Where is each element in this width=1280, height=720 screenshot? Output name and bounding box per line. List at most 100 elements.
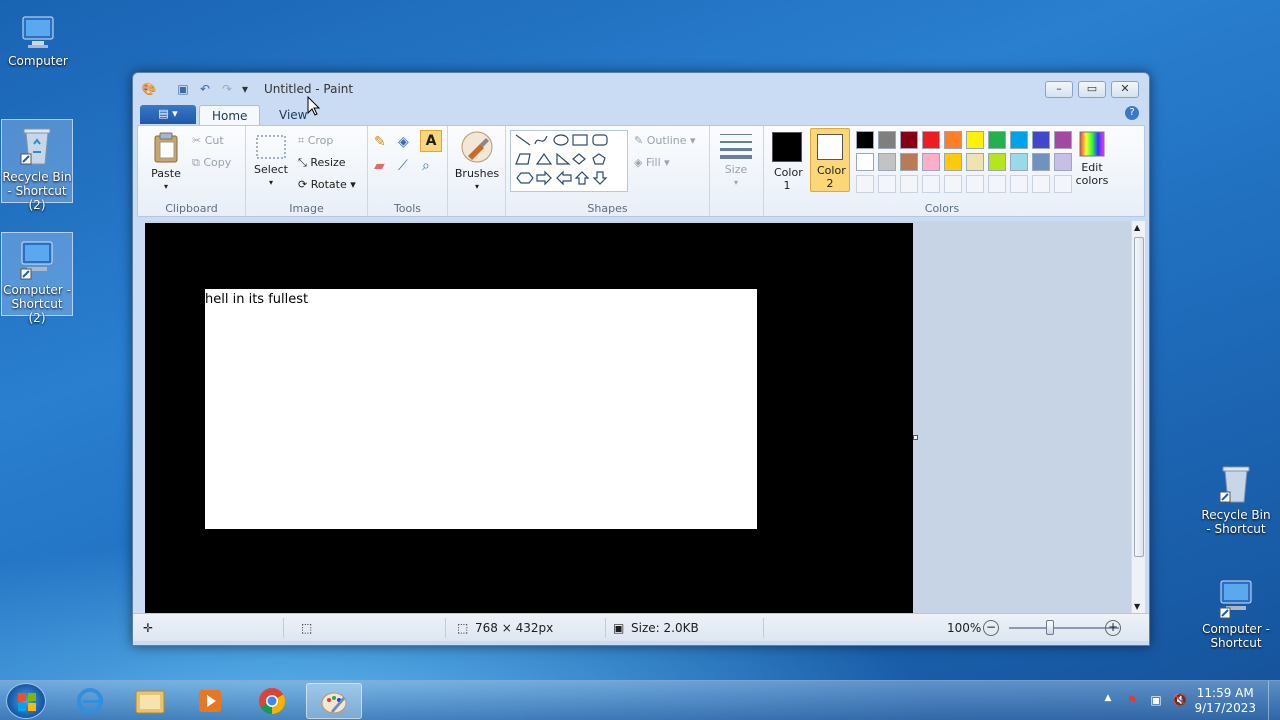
volume-muted-icon[interactable]: 🔇 <box>1172 693 1188 709</box>
canvas-text[interactable]: hell in its fullest <box>205 292 308 307</box>
palette-swatch[interactable] <box>856 131 874 149</box>
crop-button[interactable]: ⌗ Crop <box>298 134 333 148</box>
custom-color-slot[interactable] <box>856 175 874 193</box>
fill-button[interactable]: ◈ Fill ▾ <box>634 156 670 169</box>
cut-button[interactable]: ✂ Cut <box>192 134 224 147</box>
color-wheel-icon <box>1079 131 1105 157</box>
custom-color-slot[interactable] <box>878 175 896 193</box>
color2-swatch <box>817 134 843 160</box>
taskbar-internet-explorer[interactable] <box>62 683 118 719</box>
color-picker-icon[interactable]: ⟋ <box>398 158 408 174</box>
custom-color-slot[interactable] <box>1032 175 1050 193</box>
action-center-icon[interactable]: ⚑ <box>1124 693 1140 709</box>
paint-menu-button[interactable]: ▤ ▾ <box>140 105 196 124</box>
customize-qat-icon[interactable]: ▾ <box>237 81 253 97</box>
palette-swatch[interactable] <box>988 131 1006 149</box>
palette-swatch[interactable] <box>988 153 1006 171</box>
palette-swatch[interactable] <box>966 153 984 171</box>
outline-button[interactable]: ✎ Outline ▾ <box>634 134 696 147</box>
help-icon[interactable]: ? <box>1125 106 1139 120</box>
scroll-down-icon[interactable]: ▼ <box>1134 602 1140 611</box>
taskbar-chrome[interactable] <box>244 683 300 719</box>
line-size-icon <box>720 134 752 159</box>
palette-swatch[interactable] <box>878 153 896 171</box>
copy-button[interactable]: ⧉ Copy <box>192 156 231 170</box>
zoom-slider-track[interactable] <box>1009 627 1119 629</box>
drawing-canvas[interactable]: hell in its fullest <box>145 223 913 613</box>
palette-swatch[interactable] <box>1010 153 1028 171</box>
paste-button[interactable]: Paste ▾ <box>146 132 186 193</box>
custom-color-slot[interactable] <box>922 175 940 193</box>
palette-swatch[interactable] <box>1010 131 1028 149</box>
group-label-shapes: Shapes <box>587 202 628 215</box>
palette-swatch[interactable] <box>900 131 918 149</box>
cursor-position-icon: ✛ <box>143 621 154 635</box>
taskbar-paint[interactable] <box>306 683 362 719</box>
palette-swatch[interactable] <box>922 131 940 149</box>
maximize-button[interactable]: ▭ <box>1078 81 1106 98</box>
palette-swatch[interactable] <box>966 131 984 149</box>
palette-swatch[interactable] <box>1032 153 1050 171</box>
desktop-icon-recycle-bin-shortcut[interactable]: Recycle Bin - Shortcut <box>1200 458 1272 542</box>
scroll-thumb[interactable] <box>1134 237 1144 557</box>
select-button[interactable]: Select ▾ <box>250 134 292 189</box>
copy-icon: ⧉ <box>192 156 200 169</box>
resize-button[interactable]: ⤡ Resize <box>298 156 346 170</box>
palette-swatch[interactable] <box>944 153 962 171</box>
custom-color-slot[interactable] <box>944 175 962 193</box>
palette-swatch[interactable] <box>878 131 896 149</box>
eraser-icon[interactable]: ▰ <box>374 158 385 174</box>
text-tool-icon[interactable]: A <box>420 130 442 152</box>
paint-app-icon[interactable]: 🎨 <box>141 81 157 97</box>
brushes-button[interactable]: Brushes ▾ <box>452 130 502 193</box>
clock[interactable]: 11:59 AM 9/17/2023 <box>1194 686 1256 716</box>
group-label-image: Image <box>289 202 324 215</box>
zoom-slider-thumb[interactable] <box>1046 620 1054 635</box>
windows-logo-icon <box>18 693 36 711</box>
save-icon[interactable]: ▣ <box>175 81 191 97</box>
custom-color-slot[interactable] <box>900 175 918 193</box>
zoom-in-icon[interactable]: + <box>1105 620 1121 636</box>
desktop-icon-label: Computer - Shortcut (2) <box>3 283 71 325</box>
shapes-gallery[interactable] <box>510 130 628 192</box>
desktop-icon-recycle-bin-shortcut-2[interactable]: Recycle Bin - Shortcut (2) <box>1 119 73 212</box>
scroll-up-icon[interactable]: ▲ <box>1134 223 1140 232</box>
vertical-scrollbar[interactable]: ▲ ▼ <box>1131 221 1145 613</box>
palette-swatch[interactable] <box>922 153 940 171</box>
color2-button[interactable]: Color 2 <box>810 128 850 192</box>
magnifier-icon[interactable]: ⌕ <box>422 158 430 174</box>
custom-color-slot[interactable] <box>1010 175 1028 193</box>
minimize-button[interactable]: – <box>1045 81 1073 98</box>
start-button[interactable] <box>6 683 46 719</box>
show-hidden-icons-icon[interactable]: ▲ <box>1100 693 1116 709</box>
tab-home[interactable]: Home <box>199 105 261 126</box>
color1-button[interactable]: Color 1 <box>768 130 806 192</box>
undo-icon[interactable]: ↶ <box>197 81 213 97</box>
show-desktop-button[interactable] <box>1268 681 1280 720</box>
close-button[interactable]: ✕ <box>1111 81 1139 98</box>
network-icon[interactable]: ▣ <box>1148 693 1164 709</box>
size-button[interactable]: Size ▾ <box>716 132 756 189</box>
desktop-icon-computer-shortcut[interactable]: Computer - Shortcut <box>1200 572 1272 656</box>
taskbar: ▲ ⚑ ▣ 🔇 11:59 AM 9/17/2023 <box>0 680 1280 720</box>
palette-swatch[interactable] <box>856 153 874 171</box>
resize-handle[interactable] <box>913 435 918 440</box>
text-box[interactable]: hell in its fullest <box>205 289 757 529</box>
pencil-icon[interactable]: ✎ <box>374 134 386 150</box>
custom-color-slot[interactable] <box>966 175 984 193</box>
desktop-icon-computer[interactable]: Computer <box>2 10 74 74</box>
desktop-icon-computer-shortcut-2[interactable]: Computer - Shortcut (2) <box>1 232 73 325</box>
title-bar[interactable]: 🎨 ▣ ↶ ↷ ▾ Untitled - Paint – ▭ ✕ <box>133 73 1149 103</box>
taskbar-media-player[interactable] <box>182 683 238 719</box>
palette-swatch[interactable] <box>900 153 918 171</box>
zoom-out-icon[interactable]: − <box>983 620 999 636</box>
custom-color-slot[interactable] <box>988 175 1006 193</box>
edit-colors-button[interactable]: Edit colors <box>1070 130 1114 187</box>
canvas-area[interactable]: hell in its fullest <box>145 221 1131 613</box>
rotate-button[interactable]: ⟳ Rotate ▾ <box>298 178 356 191</box>
redo-icon[interactable]: ↷ <box>219 81 235 97</box>
taskbar-file-explorer[interactable] <box>122 683 178 719</box>
palette-swatch[interactable] <box>1032 131 1050 149</box>
palette-swatch[interactable] <box>944 131 962 149</box>
fill-icon[interactable]: ◈ <box>398 134 409 150</box>
